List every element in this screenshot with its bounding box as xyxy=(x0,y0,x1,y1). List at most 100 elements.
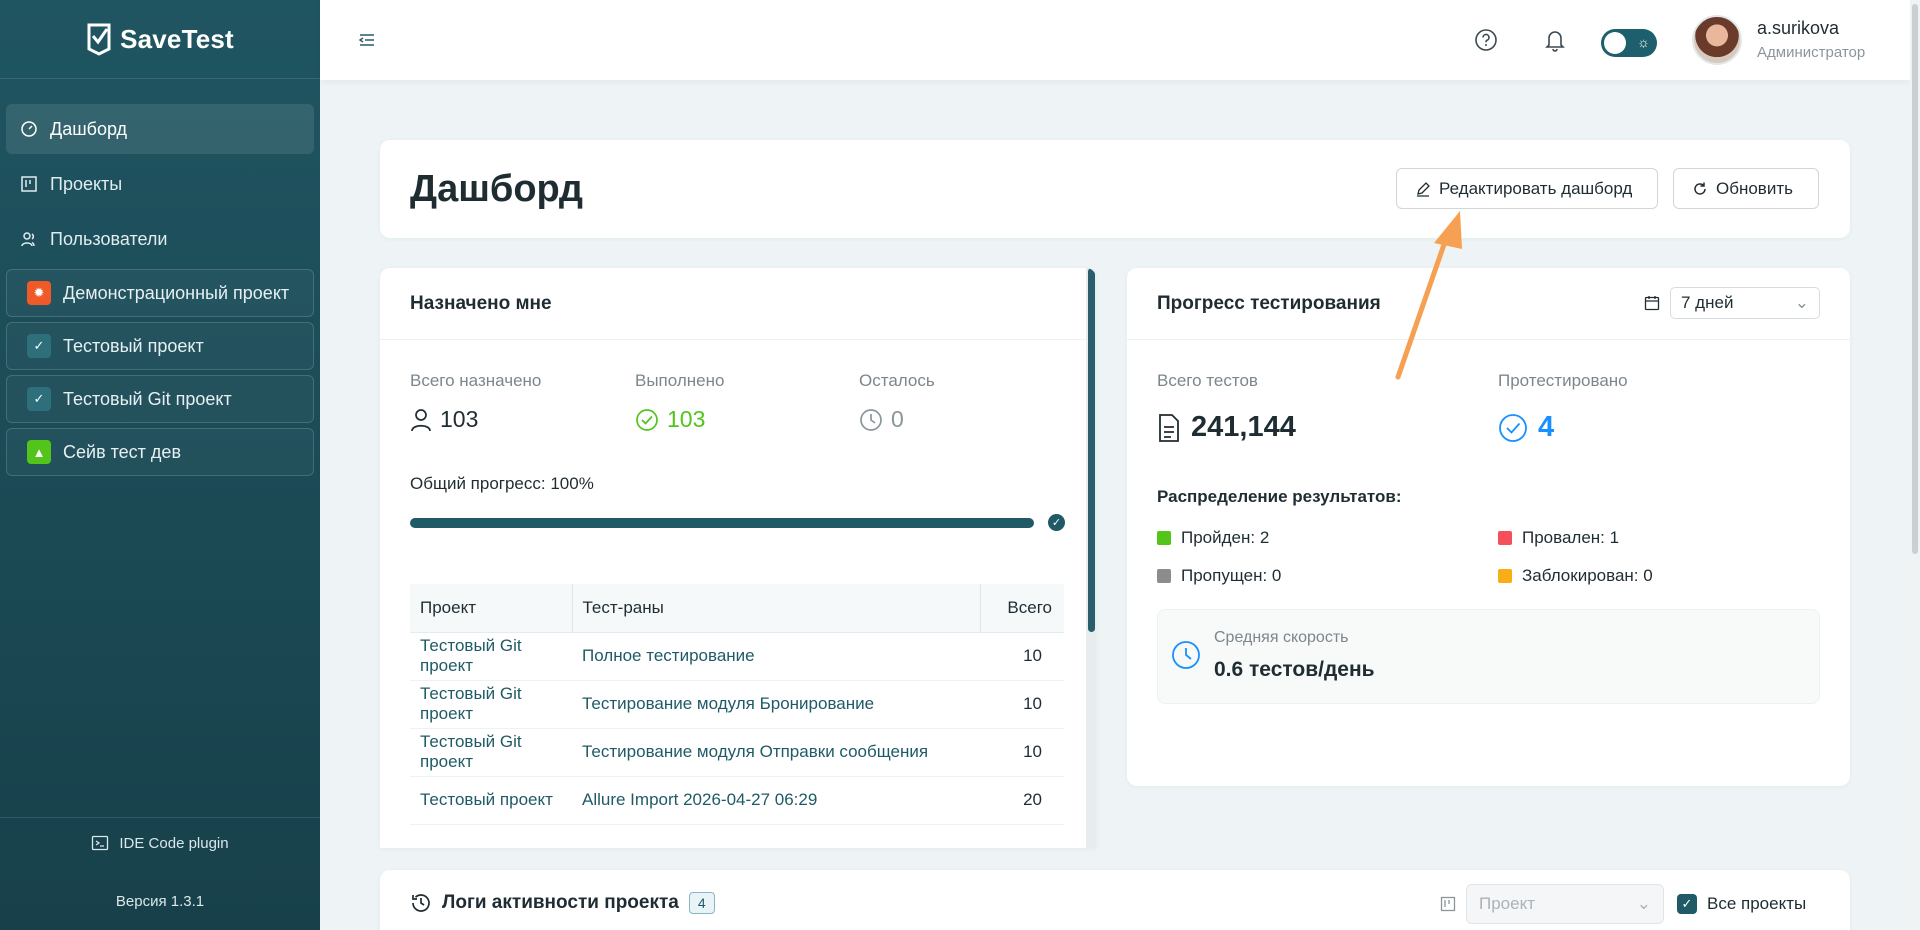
all-projects-label: Все проекты xyxy=(1707,894,1807,913)
period-select[interactable]: 7 дней ⌄ xyxy=(1670,287,1820,319)
theme-toggle[interactable]: ☼ xyxy=(1601,29,1657,57)
sidebar-project-git[interactable]: ✓ Тестовый Git проект xyxy=(6,375,314,423)
done-label: Выполнено xyxy=(635,371,725,390)
project-select[interactable]: Проект ⌄ xyxy=(1466,884,1664,924)
sidebar-item-label: Пользователи xyxy=(50,228,168,249)
project-select-placeholder: Проект xyxy=(1479,894,1535,913)
chevron-down-icon: ⌄ xyxy=(1636,894,1651,913)
sidebar-project-demo[interactable]: ✹ Демонстрационный проект xyxy=(6,269,314,317)
legend-swatch xyxy=(1498,531,1512,545)
cell-total: 10 xyxy=(980,632,1064,681)
table-row[interactable]: Тестовый Git проект Тестирование модуля … xyxy=(410,728,1064,777)
left-value: 0 xyxy=(891,406,904,432)
notifications-bell-icon[interactable] xyxy=(1544,28,1566,57)
checklist-icon: ✓ xyxy=(27,387,51,411)
board-icon xyxy=(21,176,37,192)
sidebar-project-savetest-dev[interactable]: ▲ Сейв тест дев xyxy=(6,428,314,476)
refresh-icon xyxy=(1694,182,1706,195)
assigned-to-me-card: Назначено мне Всего назначено 103 Выполн… xyxy=(380,268,1096,848)
average-speed-box: Средняя скорость 0.6 тестов/день xyxy=(1157,609,1820,704)
sidebar-item-projects[interactable]: Проекты xyxy=(6,159,314,209)
calendar-icon xyxy=(1644,296,1660,311)
overall-progress-bar xyxy=(410,518,1034,528)
cell-run-link[interactable]: Allure Import 2026-04-27 06:29 xyxy=(572,776,980,825)
checkbox-checked-icon[interactable]: ✓ xyxy=(1677,894,1697,914)
annotation-arrow-icon xyxy=(1395,211,1462,380)
cell-project-link[interactable]: Тестовый проект xyxy=(410,776,572,825)
edit-dashboard-label: Редактировать дашборд xyxy=(1439,178,1633,198)
cell-total: 10 xyxy=(980,680,1064,729)
top-header: ☼ a.surikova Администратор xyxy=(320,0,1910,80)
page-title: Дашборд xyxy=(410,168,583,210)
logs-title: Логи активности проекта 4 xyxy=(410,892,715,914)
cell-project-link[interactable]: Тестовый Git проект xyxy=(410,632,572,681)
card-scrollbar[interactable] xyxy=(1086,268,1096,848)
user-role: Администратор xyxy=(1757,44,1866,61)
table-row[interactable]: Тестовый Git проект Тестирование модуля … xyxy=(410,680,1064,729)
table-row[interactable]: Тестовый проект Allure Import 2026-04-27… xyxy=(410,776,1064,825)
edit-dashboard-button[interactable]: Редактировать дашборд xyxy=(1396,168,1658,209)
sidebar-project-label: Тестовый проект xyxy=(63,335,204,356)
legend-label: Провален: 1 xyxy=(1522,528,1620,547)
cell-run-link[interactable]: Полное тестирование xyxy=(572,632,980,681)
table-row[interactable]: Тестовый Git проект Полное тестирование … xyxy=(410,632,1064,681)
page-scroll-thumb[interactable] xyxy=(1912,4,1918,554)
sidebar-footer: IDE Code plugin Версия 1.3.1 xyxy=(0,817,320,930)
terminal-icon xyxy=(92,835,109,851)
card-title: Назначено мне xyxy=(380,268,1096,340)
average-speed-value: 0.6 тестов/день xyxy=(1214,658,1375,681)
legend-blocked: Заблокирован: 0 xyxy=(1498,566,1653,586)
page-scrollbar[interactable] xyxy=(1910,0,1920,930)
total-assigned-stat: 103 xyxy=(410,406,478,433)
pencil-icon xyxy=(1417,181,1430,197)
col-project: Проект xyxy=(410,584,572,633)
cell-project-link[interactable]: Тестовый Git проект xyxy=(410,728,572,777)
sidebar-item-users[interactable]: Пользователи xyxy=(6,214,314,264)
avatar[interactable] xyxy=(1692,15,1742,65)
cell-project-link[interactable]: Тестовый Git проект xyxy=(410,680,572,729)
cell-total: 20 xyxy=(980,776,1064,825)
refresh-label: Обновить xyxy=(1716,178,1793,198)
sidebar-item-label: Дашборд xyxy=(50,118,128,139)
tested-label: Протестировано xyxy=(1498,371,1628,390)
rocket-icon: ▲ xyxy=(27,440,51,464)
bug-icon: ✹ xyxy=(27,281,51,305)
sidebar-project-test[interactable]: ✓ Тестовый проект xyxy=(6,322,314,370)
total-assigned-value: 103 xyxy=(440,406,479,432)
sidebar-item-dashboard[interactable]: Дашборд xyxy=(6,104,314,154)
legend-passed: Пройден: 2 xyxy=(1157,528,1269,548)
total-tests-stat: 241,144 xyxy=(1157,411,1296,444)
menu-collapse-icon[interactable] xyxy=(358,32,376,53)
period-filter: 7 дней ⌄ xyxy=(1644,287,1820,319)
board-icon xyxy=(1440,896,1456,912)
legend-label: Заблокирован: 0 xyxy=(1522,566,1653,585)
cell-run-link[interactable]: Тестирование модуля Отправки сообщения xyxy=(572,728,980,777)
user-icon xyxy=(411,408,431,431)
cell-run-link[interactable]: Тестирование модуля Бронирование xyxy=(572,680,980,729)
clock-icon xyxy=(1172,641,1200,669)
overall-progress-label: Общий прогресс: 100% xyxy=(410,474,594,493)
ide-plugin-link[interactable]: IDE Code plugin xyxy=(0,834,320,852)
sidebar: SaveTest Дашборд Проекты Пользователи ✹ … xyxy=(0,0,320,930)
sidebar-item-label: Проекты xyxy=(50,173,123,194)
done-value: 103 xyxy=(667,406,706,432)
period-value: 7 дней xyxy=(1681,293,1734,312)
progress-complete-icon: ✓ xyxy=(1048,514,1065,531)
testing-progress-card: Прогресс тестирования 7 дней ⌄ Всего тес… xyxy=(1127,268,1850,786)
sidebar-project-label: Сейв тест дев xyxy=(63,441,182,462)
user-name[interactable]: a.surikova xyxy=(1757,18,1839,39)
col-test-runs: Тест-раны xyxy=(571,584,980,633)
col-total: Всего xyxy=(979,584,1064,633)
help-icon[interactable] xyxy=(1474,28,1498,57)
card-scroll-thumb[interactable] xyxy=(1088,268,1095,632)
legend-label: Пропущен: 0 xyxy=(1181,566,1282,585)
ide-plugin-label: IDE Code plugin xyxy=(119,834,229,852)
all-projects-checkbox[interactable]: ✓ Все проекты xyxy=(1677,894,1806,914)
app-logo[interactable]: SaveTest xyxy=(0,0,320,79)
table-header-row: Проект Тест-раны Всего xyxy=(410,584,1064,633)
refresh-button[interactable]: Обновить xyxy=(1673,168,1819,209)
legend-skipped: Пропущен: 0 xyxy=(1157,566,1281,586)
cell-total: 10 xyxy=(980,728,1064,777)
check-circle-icon xyxy=(1499,413,1527,442)
document-icon xyxy=(1159,413,1179,442)
